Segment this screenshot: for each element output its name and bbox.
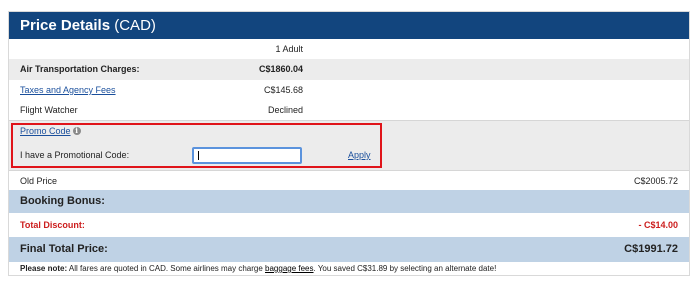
air-charges-value: C$1860.04 <box>258 64 303 74</box>
taxes-fees-value: C$145.68 <box>263 85 303 95</box>
note-bold: Please note: <box>20 264 68 273</box>
header-title-text: Price Details <box>20 17 111 34</box>
header-currency: (CAD) <box>114 17 156 34</box>
promo-entry-row: I have a Promotional Code: Apply <box>9 141 689 170</box>
old-price-label: Old Price <box>20 176 58 186</box>
discount-row: Total Discount: - C$14.00 <box>9 213 689 237</box>
total-discount-label: Total Discount: <box>20 220 85 230</box>
promo-code-toggle: Promo Code i <box>20 121 81 142</box>
apply-button[interactable]: Apply <box>348 141 371 170</box>
taxes-row: Taxes and Agency Fees C$145.68 <box>9 80 689 100</box>
final-total-label: Final Total Price: <box>20 243 108 255</box>
passengers-count: 1 Adult <box>275 44 303 54</box>
text-cursor <box>198 151 199 160</box>
promo-code-input[interactable] <box>192 147 302 164</box>
flight-watcher-label: Flight Watcher <box>20 105 78 115</box>
passengers-row: 1 Adult <box>9 39 689 59</box>
baggage-fees-link[interactable]: baggage fees <box>265 264 314 273</box>
air-charges-row: Air Transportation Charges: C$1860.04 <box>9 59 689 80</box>
promo-prompt-label: I have a Promotional Code: <box>20 150 130 160</box>
fare-note-text: Please note: All fares are quoted in CAD… <box>20 262 496 276</box>
note-post: . You saved C$31.89 by selecting an alte… <box>313 264 497 273</box>
final-total-value: C$1991.72 <box>624 243 678 255</box>
promo-code-link[interactable]: Promo Code <box>20 126 71 136</box>
flight-watcher-row: Flight Watcher Declined <box>9 100 689 120</box>
booking-bonus-label: Booking Bonus: <box>20 195 105 207</box>
note-pre: All fares are quoted in CAD. Some airlin… <box>67 264 266 273</box>
air-charges-label: Air Transportation Charges: <box>20 64 140 74</box>
old-price-row: Old Price C$2005.72 <box>9 170 689 191</box>
taxes-fees-link[interactable]: Taxes and Agency Fees <box>20 80 116 100</box>
flight-watcher-value: Declined <box>267 105 303 115</box>
old-price-value: C$2005.72 <box>633 176 678 186</box>
booking-bonus-row: Booking Bonus: <box>9 190 689 213</box>
final-price-row: Final Total Price: C$1991.72 <box>9 237 689 262</box>
header-title: Price Details (CAD) <box>20 12 156 39</box>
price-details-header: Price Details (CAD) <box>9 12 689 39</box>
fare-note: Please note: All fares are quoted in CAD… <box>9 262 689 276</box>
promo-code-row: Promo Code i <box>9 120 689 142</box>
price-details-panel: Price Details (CAD) 1 Adult Air Transpor… <box>8 11 690 276</box>
info-icon[interactable]: i <box>72 127 81 135</box>
total-discount-value: - C$14.00 <box>638 220 678 230</box>
